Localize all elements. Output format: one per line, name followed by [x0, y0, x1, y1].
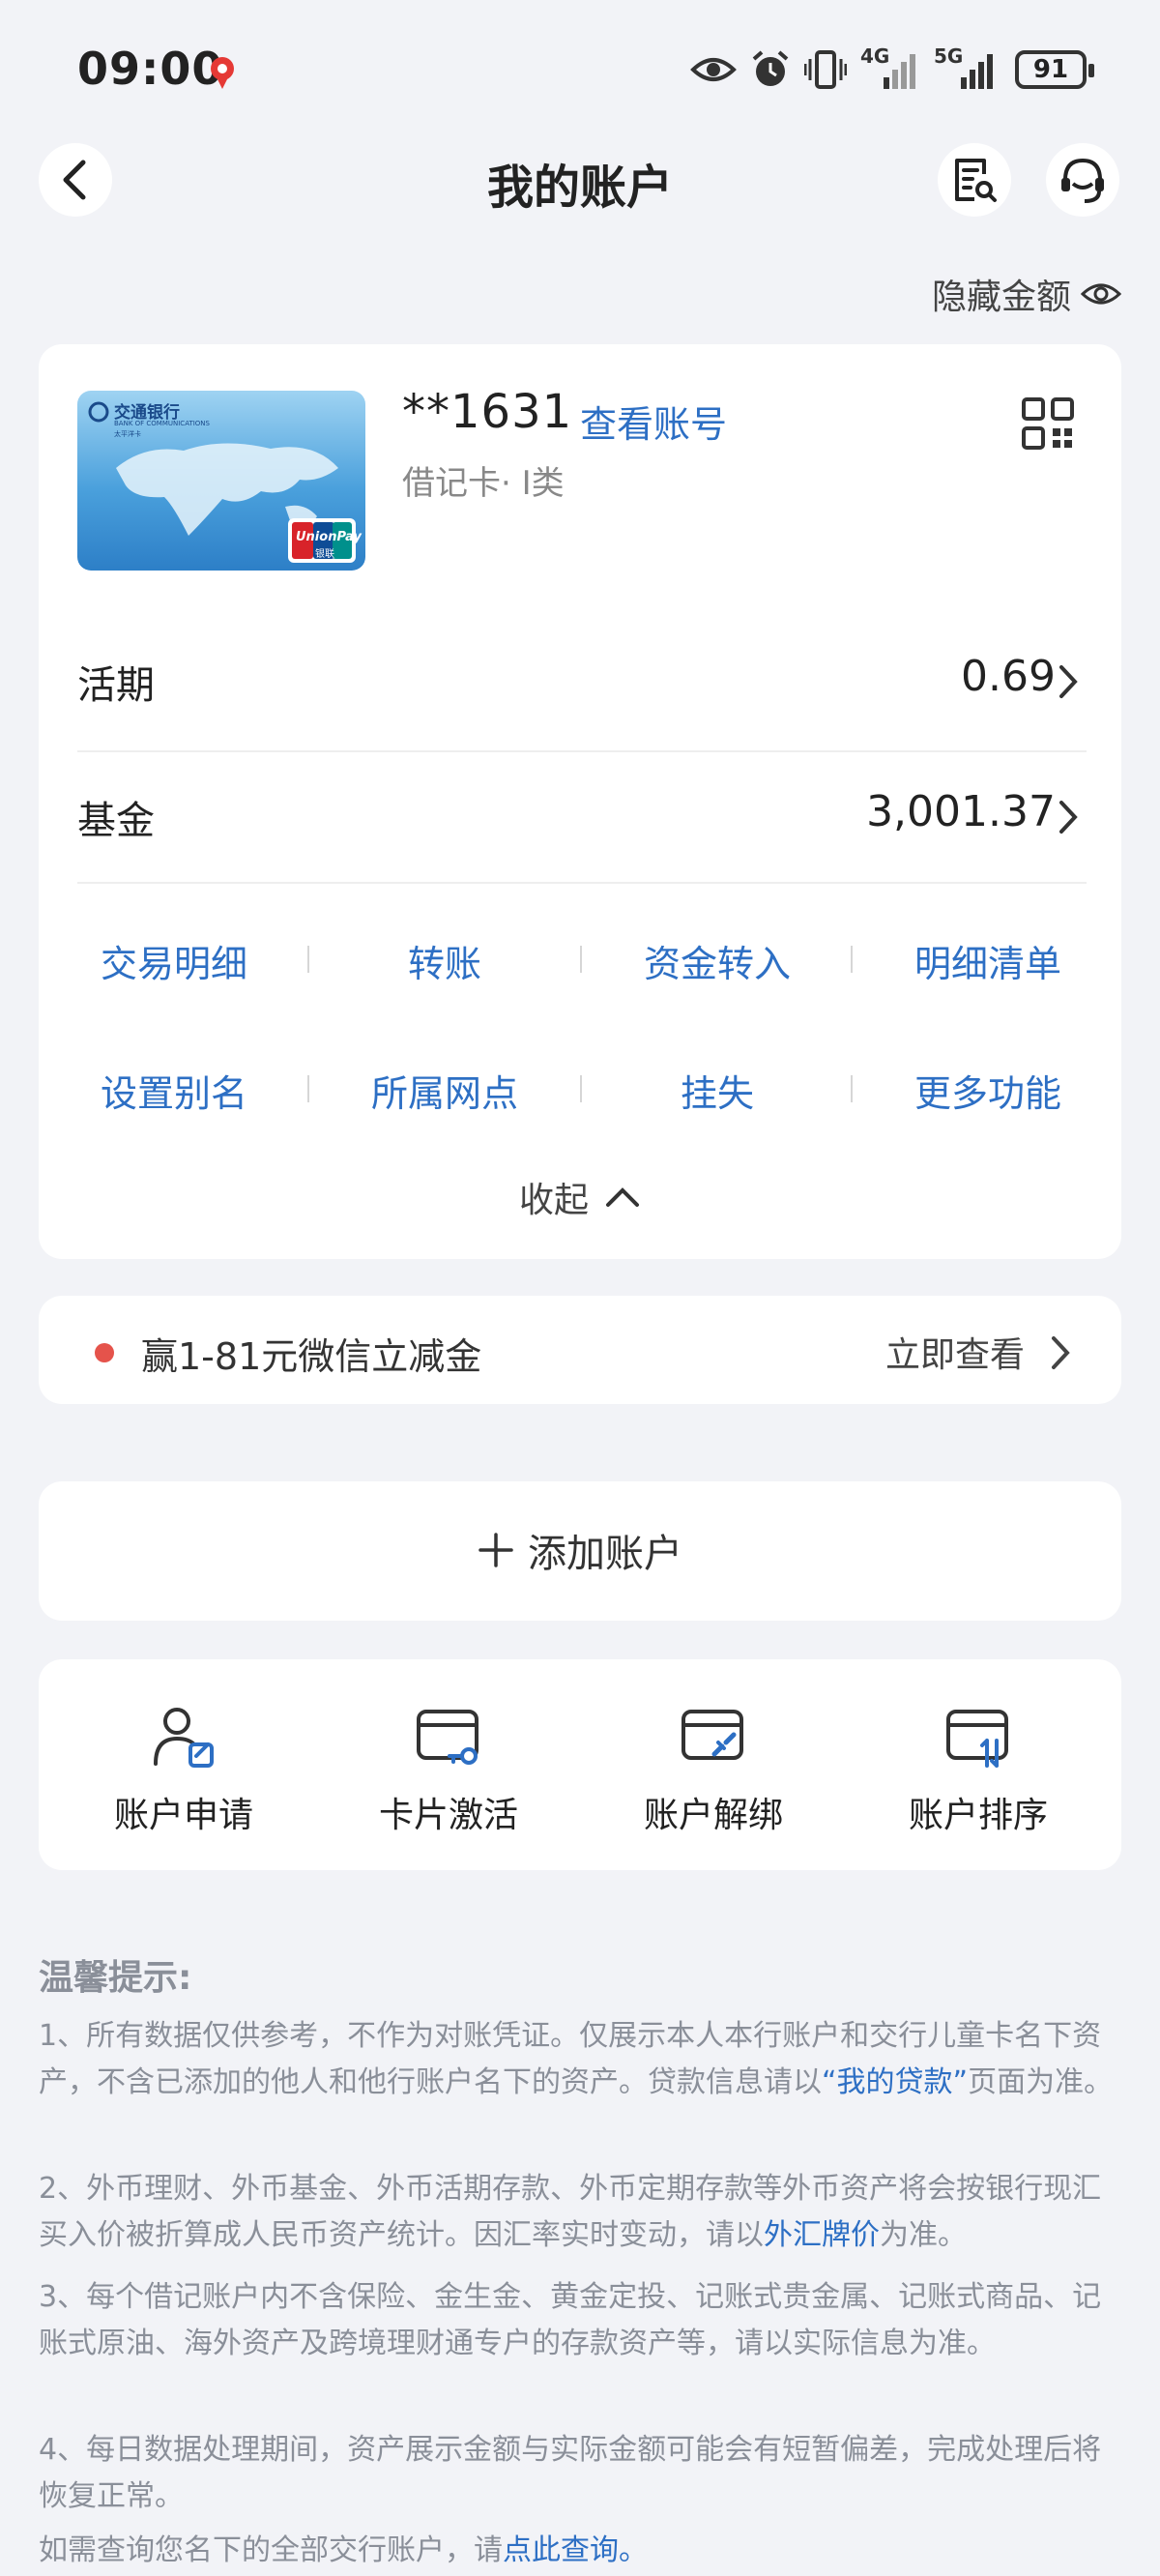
battery-icon: 91 — [1015, 50, 1094, 89]
card-product-name: 太平洋卡 — [114, 430, 141, 438]
status-time: 09:00 — [77, 43, 224, 95]
battery-level: 91 — [1032, 55, 1069, 84]
customer-service-button[interactable] — [1046, 143, 1119, 217]
divider — [77, 750, 1087, 752]
promo-dot — [95, 1343, 114, 1362]
hide-amount-label: 隐藏金额 — [931, 278, 1071, 317]
tip-5-text: 如需查询您名下的全部交行账户，请 — [39, 2533, 503, 2567]
card-activate-label: 卡片激活 — [378, 1796, 518, 1835]
qr-code-icon[interactable] — [1021, 396, 1075, 454]
account-number: **1631 — [402, 385, 573, 439]
add-account-button[interactable]: 添加账户 — [0, 1522, 1160, 1578]
unionpay-cn: 银联 — [315, 549, 334, 560]
exchange-rate-link[interactable]: 外汇牌价 — [764, 2218, 880, 2252]
my-loan-link[interactable]: “我的贷款” — [822, 2065, 968, 2099]
tip-1: 1、所有数据仅供参考，不作为对账凭证。仅展示本人本行账户和交行儿童卡名下资产，不… — [39, 2013, 1125, 2106]
signal-4g-icon: 4G — [860, 44, 920, 91]
signal-5g-icon: 5G — [934, 44, 1001, 91]
account-sort-icon — [946, 1710, 1008, 1768]
bank-card-image[interactable]: 交通银行 BANK OF COMMUNICATIONS 太平洋卡 UnionPa… — [77, 391, 365, 571]
separator — [307, 1075, 309, 1102]
add-account-label: 添加账户 — [528, 1532, 682, 1576]
hide-amount-toggle[interactable]: 隐藏金额 — [932, 269, 1121, 319]
divider — [77, 882, 1087, 884]
statement-list-action[interactable]: 明细清单 — [891, 934, 1085, 987]
plus-icon — [478, 1533, 513, 1567]
location-pin-icon — [205, 54, 240, 93]
current-deposit-label: 活期 — [77, 663, 155, 708]
bill-search-icon — [955, 159, 997, 202]
tip-5: 如需查询您名下的全部交行账户，请点此查询。 — [39, 2528, 1125, 2574]
tip-2-tail: 为准。 — [880, 2218, 967, 2252]
account-apply-label: 账户申请 — [113, 1796, 253, 1835]
bank-name-en: BANK OF COMMUNICATIONS — [114, 420, 210, 427]
unionpay-logo: UnionPay — [296, 530, 362, 544]
current-deposit-row[interactable] — [39, 629, 1121, 735]
tip-2: 2、外币理财、外币基金、外币活期存款、外币定期存款等外币资产将会按银行现汇买入价… — [39, 2166, 1125, 2259]
card-activate-icon — [417, 1710, 478, 1765]
collapse-label: 收起 — [518, 1181, 589, 1220]
account-apply-tool[interactable]: 账户申请 — [87, 1706, 280, 1837]
tip-4: 4、每日数据处理期间，资产展示金额与实际金额可能会有短暂偏差，完成处理后将恢复正… — [39, 2433, 1102, 2513]
account-unbind-icon — [682, 1710, 743, 1760]
vibrate-icon — [804, 50, 847, 89]
separator — [307, 946, 309, 973]
account-sort-label: 账户排序 — [908, 1796, 1048, 1835]
current-deposit-value: 0.69 — [961, 652, 1056, 701]
query-all-accounts-link[interactable]: 点此查询。 — [503, 2533, 648, 2567]
collapse-button[interactable]: 收起 — [0, 1172, 1160, 1222]
account-unbind-tool[interactable]: 账户解绑 — [617, 1706, 810, 1837]
separator — [580, 946, 582, 973]
separator — [851, 946, 853, 973]
tips-title: 温馨提示: — [39, 1958, 192, 1998]
view-account-number-link[interactable]: 查看账号 — [580, 395, 727, 448]
fund-label: 基金 — [77, 799, 155, 843]
eye-icon — [690, 58, 737, 81]
chevron-up-icon — [606, 1187, 639, 1207]
chevron-right-icon — [1059, 665, 1078, 698]
promo-view-now[interactable]: 立即查看 — [885, 1327, 1025, 1377]
card-activate-tool[interactable]: 卡片激活 — [352, 1706, 545, 1837]
report-loss-action[interactable]: 挂失 — [621, 1064, 814, 1117]
promo-text: 赢1-81元微信立减金 — [141, 1335, 482, 1378]
eye-icon — [1081, 283, 1121, 305]
customer-service-icon — [1061, 158, 1104, 203]
chevron-right-icon — [1059, 801, 1078, 834]
card-type: 借记卡· Ⅰ类 — [402, 464, 565, 503]
more-functions-action[interactable]: 更多功能 — [891, 1064, 1085, 1117]
account-apply-icon — [154, 1708, 214, 1768]
fund-transfer-in-action[interactable]: 资金转入 — [621, 934, 814, 987]
bill-search-button[interactable] — [938, 143, 1011, 217]
tip-1-tail: 页面为准。 — [968, 2065, 1114, 2099]
transaction-details-action[interactable]: 交易明细 — [77, 934, 271, 987]
separator — [851, 1075, 853, 1102]
account-unbind-label: 账户解绑 — [643, 1796, 783, 1835]
branch-action[interactable]: 所属网点 — [348, 1064, 541, 1117]
tip-3: 3、每个借记账户内不含保险、金生金、黄金定投、记账式贵金属、记账式商品、记账式原… — [39, 2280, 1102, 2360]
separator — [580, 1075, 582, 1102]
chevron-right-icon — [1052, 1336, 1070, 1369]
fund-value: 3,001.37 — [866, 787, 1056, 836]
transfer-action[interactable]: 转账 — [348, 934, 541, 987]
account-sort-tool[interactable]: 账户排序 — [882, 1706, 1075, 1837]
alarm-icon — [752, 50, 789, 86]
status-icons: 4G 5G 91 — [690, 43, 1094, 97]
set-alias-action[interactable]: 设置别名 — [77, 1064, 271, 1117]
